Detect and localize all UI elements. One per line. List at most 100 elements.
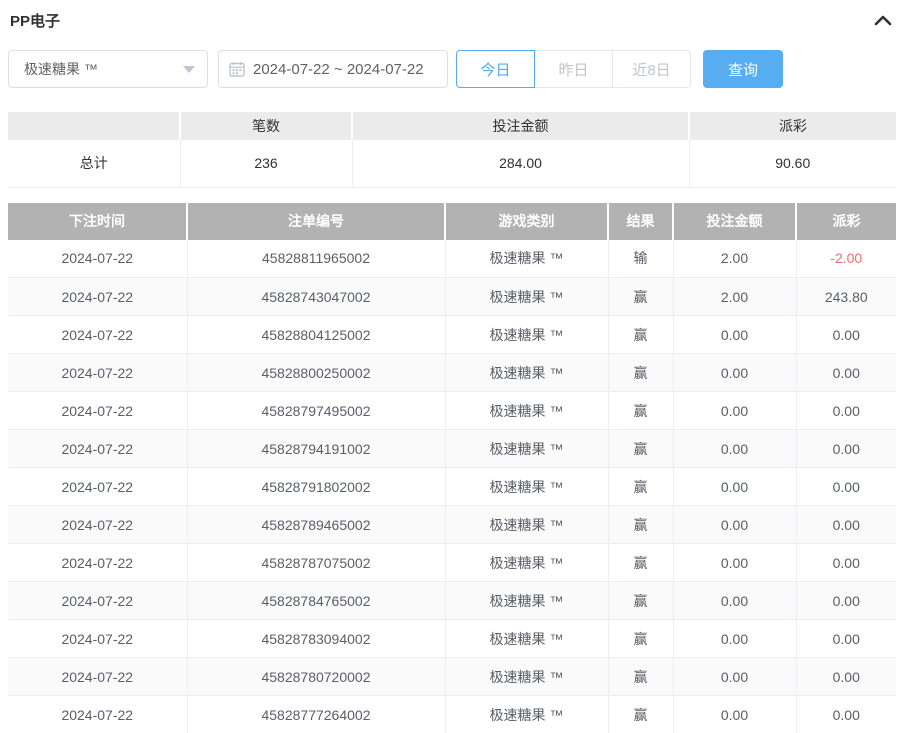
result-cell: 赢	[608, 620, 673, 658]
records-header-row: 下注时间注单编号游戏类别结果投注金额派彩	[8, 203, 896, 240]
summary-table: 笔数投注金额派彩 总计 236 284.00 90.60	[8, 112, 896, 188]
bet-id-cell: 45828777264002	[187, 696, 445, 733]
game-type-cell: 极速糖果 ™	[445, 620, 608, 658]
caret-down-icon	[183, 66, 195, 73]
records-header-cell: 投注金额	[673, 203, 796, 240]
bet-id-cell: 45828797495002	[187, 392, 445, 430]
chevron-up-icon	[874, 14, 892, 26]
record-row: 2024-07-2245828797495002极速糖果 ™赢0.000.00	[8, 392, 896, 430]
game-type-cell: 极速糖果 ™	[445, 240, 608, 278]
bet-amount-cell: 0.00	[673, 582, 796, 620]
quick-range-group: 今日昨日近8日	[456, 50, 691, 88]
payout-cell: 0.00	[796, 316, 896, 354]
record-row: 2024-07-2245828784765002极速糖果 ™赢0.000.00	[8, 582, 896, 620]
summary-header-cell: 笔数	[180, 112, 352, 140]
payout-cell: 0.00	[796, 658, 896, 696]
result-cell: 赢	[608, 696, 673, 733]
record-row: 2024-07-2245828783094002极速糖果 ™赢0.000.00	[8, 620, 896, 658]
bet-id-cell: 45828811965002	[187, 240, 445, 278]
bet-id-cell: 45828791802002	[187, 468, 445, 506]
game-type-cell: 极速糖果 ™	[445, 430, 608, 468]
bet-id-cell: 45828804125002	[187, 316, 445, 354]
record-row: 2024-07-2245828743047002极速糖果 ™赢2.00243.8…	[8, 278, 896, 316]
payout-cell: 0.00	[796, 354, 896, 392]
record-row: 2024-07-2245828780720002极速糖果 ™赢0.000.00	[8, 658, 896, 696]
bet-id-cell: 45828780720002	[187, 658, 445, 696]
bet-date-cell: 2024-07-22	[8, 392, 187, 430]
panel-titlebar: PP电子	[8, 10, 896, 30]
result-cell: 赢	[608, 544, 673, 582]
summary-total-payout: 90.60	[689, 140, 896, 187]
bet-amount-cell: 0.00	[673, 620, 796, 658]
summary-header-cell: 派彩	[689, 112, 896, 140]
payout-cell: -2.00	[796, 240, 896, 278]
game-type-cell: 极速糖果 ™	[445, 544, 608, 582]
record-row: 2024-07-2245828777264002极速糖果 ™赢0.000.00	[8, 696, 896, 733]
bet-id-cell: 45828794191002	[187, 430, 445, 468]
game-select[interactable]: 极速糖果 ™	[8, 50, 208, 88]
records-header-cell: 派彩	[796, 203, 896, 240]
payout-cell: 0.00	[796, 544, 896, 582]
bet-amount-cell: 0.00	[673, 506, 796, 544]
game-type-cell: 极速糖果 ™	[445, 696, 608, 733]
quick-range-button-2[interactable]: 近8日	[612, 50, 691, 88]
summary-total-label: 总计	[8, 140, 180, 187]
bet-amount-cell: 0.00	[673, 658, 796, 696]
bet-amount-cell: 2.00	[673, 240, 796, 278]
game-type-cell: 极速糖果 ™	[445, 278, 608, 316]
quick-range-button-1[interactable]: 昨日	[534, 50, 613, 88]
summary-header-cell	[8, 112, 180, 140]
bet-date-cell: 2024-07-22	[8, 278, 187, 316]
result-cell: 赢	[608, 316, 673, 354]
bet-amount-cell: 0.00	[673, 392, 796, 430]
result-cell: 赢	[608, 506, 673, 544]
bet-amount-cell: 2.00	[673, 278, 796, 316]
quick-range-button-0[interactable]: 今日	[456, 50, 535, 88]
bet-id-cell: 45828783094002	[187, 620, 445, 658]
result-cell: 赢	[608, 582, 673, 620]
bet-date-cell: 2024-07-22	[8, 468, 187, 506]
bet-id-cell: 45828743047002	[187, 278, 445, 316]
date-range-input[interactable]: 2024-07-22 ~ 2024-07-22	[218, 50, 448, 88]
record-row: 2024-07-2245828804125002极速糖果 ™赢0.000.00	[8, 316, 896, 354]
payout-cell: 0.00	[796, 392, 896, 430]
bet-date-cell: 2024-07-22	[8, 544, 187, 582]
date-range-value: 2024-07-22 ~ 2024-07-22	[253, 61, 424, 78]
bet-date-cell: 2024-07-22	[8, 582, 187, 620]
bet-amount-cell: 0.00	[673, 544, 796, 582]
summary-header-cell: 投注金额	[352, 112, 689, 140]
collapse-button[interactable]	[874, 14, 892, 26]
bet-amount-cell: 0.00	[673, 468, 796, 506]
result-cell: 赢	[608, 468, 673, 506]
bet-date-cell: 2024-07-22	[8, 620, 187, 658]
result-cell: 赢	[608, 354, 673, 392]
result-cell: 赢	[608, 658, 673, 696]
records-header-cell: 注单编号	[187, 203, 445, 240]
payout-cell: 0.00	[796, 430, 896, 468]
summary-total-row: 总计 236 284.00 90.60	[8, 140, 896, 187]
result-cell: 输	[608, 240, 673, 278]
bet-date-cell: 2024-07-22	[8, 658, 187, 696]
records-header-cell: 结果	[608, 203, 673, 240]
result-cell: 赢	[608, 392, 673, 430]
record-row: 2024-07-2245828789465002极速糖果 ™赢0.000.00	[8, 506, 896, 544]
bet-date-cell: 2024-07-22	[8, 354, 187, 392]
search-button[interactable]: 查询	[703, 50, 783, 88]
bet-amount-cell: 0.00	[673, 354, 796, 392]
bet-amount-cell: 0.00	[673, 430, 796, 468]
pp-games-panel: PP电子 极速糖果 ™	[0, 0, 904, 733]
bet-amount-cell: 0.00	[673, 316, 796, 354]
record-row: 2024-07-2245828811965002极速糖果 ™输2.00-2.00	[8, 240, 896, 278]
bet-date-cell: 2024-07-22	[8, 240, 187, 278]
bet-amount-cell: 0.00	[673, 696, 796, 733]
records-header-cell: 下注时间	[8, 203, 187, 240]
game-type-cell: 极速糖果 ™	[445, 468, 608, 506]
bet-date-cell: 2024-07-22	[8, 430, 187, 468]
payout-cell: 0.00	[796, 696, 896, 733]
summary-total-count: 236	[180, 140, 352, 187]
bet-id-cell: 45828789465002	[187, 506, 445, 544]
filter-bar: 极速糖果 ™ 2024-07-22 ~ 2024-07-22 今日昨日	[8, 50, 896, 88]
bet-id-cell: 45828800250002	[187, 354, 445, 392]
summary-header-row: 笔数投注金额派彩	[8, 112, 896, 140]
record-row: 2024-07-2245828787075002极速糖果 ™赢0.000.00	[8, 544, 896, 582]
